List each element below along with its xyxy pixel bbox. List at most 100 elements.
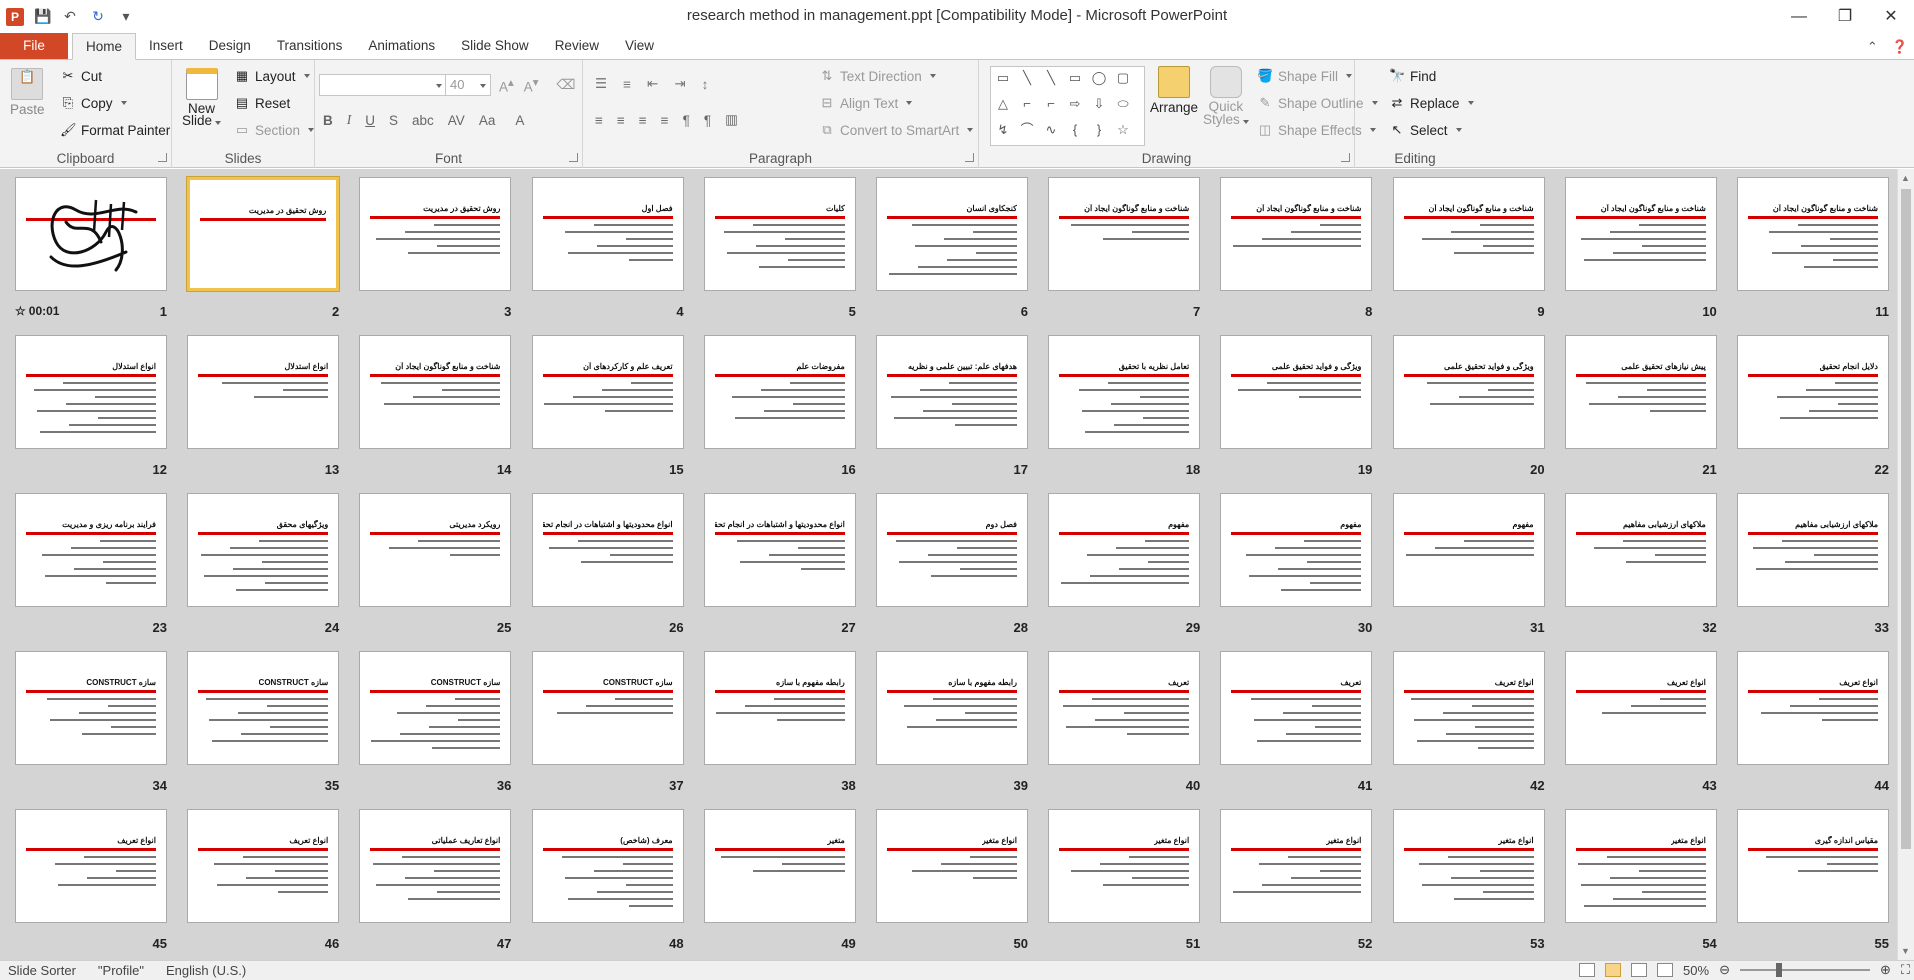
slide-thumbnail[interactable]: مقیاس اندازه گیری 55 xyxy=(1737,809,1889,955)
bold-icon[interactable]: B xyxy=(323,113,333,128)
copy-button[interactable]: ⎘ Copy xyxy=(60,95,127,111)
slide-preview[interactable]: مفهوم xyxy=(1392,493,1545,607)
slide-thumbnail[interactable]: انواع تعریف 45 xyxy=(15,809,167,955)
slide-preview[interactable]: ملاکهای ارزشیابی مفاهیم xyxy=(1737,493,1889,607)
slide-preview[interactable]: فصل اول xyxy=(531,177,684,291)
shape-fill-button[interactable]: 🪣 Shape Fill xyxy=(1257,68,1353,84)
slide-preview[interactable]: شناخت و منابع گوناگون ایجاد آن xyxy=(359,335,512,449)
slide-preview[interactable]: سازه CONSTRUCT xyxy=(187,651,340,765)
tab-home[interactable]: Home xyxy=(72,33,137,60)
slide-thumbnail[interactable]: رویکرد مدیریتی 25 xyxy=(359,493,512,639)
slide-preview[interactable]: فرایند برنامه ریزی و مدیریت xyxy=(15,493,167,607)
slide-thumbnail[interactable]: مفهوم 30 xyxy=(1220,493,1373,639)
slide-thumbnail[interactable]: انواع تعاریف عملیاتی 47 xyxy=(359,809,512,955)
redo-icon[interactable]: ↻ xyxy=(90,8,106,25)
numbering-icon[interactable]: ≡ xyxy=(623,77,631,92)
slide-preview[interactable]: رابطه مفهوم با سازه xyxy=(703,651,856,765)
triangle-shape-icon[interactable]: △ xyxy=(995,97,1011,111)
slide-preview[interactable]: انواع متغیر xyxy=(1048,809,1201,923)
slide-preview[interactable]: شناخت و منابع گوناگون ایجاد آن xyxy=(1564,177,1717,291)
tab-review[interactable]: Review xyxy=(542,33,612,59)
slide-thumbnail[interactable]: انواع متغیر 50 xyxy=(876,809,1028,955)
slide-thumbnail[interactable]: ملاکهای ارزشیابی مفاهیم 33 xyxy=(1737,493,1889,639)
right-arrow-shape-icon[interactable]: ⇨ xyxy=(1067,97,1083,111)
quick-styles-button[interactable]: Quick Styles xyxy=(1203,66,1249,127)
oval-shape-icon[interactable]: ◯ xyxy=(1091,71,1107,85)
slide-thumbnail[interactable]: روش تحقیق در مدیریت 2 xyxy=(186,176,341,323)
slide-preview[interactable]: شناخت و منابع گوناگون ایجاد آن xyxy=(1737,177,1889,291)
slide-thumbnail[interactable]: سازه CONSTRUCT 34 xyxy=(15,651,167,797)
slide-thumbnail[interactable]: شناخت و منابع گوناگون ایجاد آن 7 xyxy=(1048,177,1201,323)
slide-thumbnail[interactable]: تعریف علم و کارکردهای آن 15 xyxy=(531,335,684,481)
status-language[interactable]: English (U.S.) xyxy=(166,963,246,978)
find-button[interactable]: 🔭 Find xyxy=(1389,68,1436,84)
slide-preview[interactable]: رویکرد مدیریتی xyxy=(359,493,512,607)
shapes-gallery[interactable]: ▭ ╲ ╲ ▭ ◯ ▢ △ ⌐ ⌐ ⇨ ⇩ ⬭ ↯ ⌒ ∿ { } ☆ xyxy=(990,66,1145,146)
slide-thumbnail[interactable]: شناخت و منابع گوناگون ایجاد آن 9 xyxy=(1392,177,1545,323)
slide-thumbnail[interactable]: 1 ☆ 00:01 xyxy=(15,177,167,323)
slide-preview[interactable]: شناخت و منابع گوناگون ایجاد آن xyxy=(1392,177,1545,291)
slide-thumbnail[interactable]: کنجکاوی انسان 6 xyxy=(876,177,1028,323)
down-arrow-shape-icon[interactable]: ⇩ xyxy=(1091,97,1107,111)
slide-preview[interactable]: متغیر xyxy=(703,809,856,923)
slide-preview[interactable]: ویژگی و فواید تحقیق علمی xyxy=(1392,335,1545,449)
tab-file[interactable]: File xyxy=(0,33,68,59)
tab-animations[interactable]: Animations xyxy=(355,33,448,59)
increase-indent-icon[interactable]: ⇥ xyxy=(674,76,685,92)
slide-preview[interactable]: انواع تعریف xyxy=(1392,651,1545,765)
clipboard-launcher[interactable] xyxy=(158,153,167,162)
font-launcher[interactable] xyxy=(569,153,578,162)
slide-thumbnail[interactable]: متغیر 49 xyxy=(703,809,856,955)
slide-preview[interactable]: ویژگی و فواید تحقیق علمی xyxy=(1220,335,1373,449)
slide-thumbnail[interactable]: انواع تعریف 42 xyxy=(1392,651,1545,797)
slide-thumbnail[interactable]: شناخت و منابع گوناگون ایجاد آن 8 xyxy=(1220,177,1373,323)
reading-view-icon[interactable] xyxy=(1631,963,1648,977)
paste-button[interactable]: 📋 Paste xyxy=(10,68,45,117)
slide-thumbnail[interactable]: شناخت و منابع گوناگون ایجاد آن 14 xyxy=(359,335,512,481)
line-shape-icon-2[interactable]: ╲ xyxy=(1043,71,1059,85)
slide-thumbnail[interactable]: تعریف 40 xyxy=(1048,651,1201,797)
slide-thumbnail[interactable]: شناخت و منابع گوناگون ایجاد آن 10 xyxy=(1564,177,1717,323)
replace-button[interactable]: ⇄ Replace xyxy=(1389,95,1474,111)
slide-thumbnail[interactable]: انواع تعریف 43 xyxy=(1564,651,1717,797)
line-spacing-icon[interactable]: ↕ xyxy=(702,77,709,92)
arrange-button[interactable]: Arrange xyxy=(1150,66,1198,115)
slide-preview[interactable]: مفهوم xyxy=(1220,493,1373,607)
rounded-rect-shape-icon[interactable]: ▢ xyxy=(1115,71,1131,85)
slide-preview[interactable]: مفهوم xyxy=(1048,493,1201,607)
help-icon[interactable]: ❓ xyxy=(1892,39,1908,55)
minimize-button[interactable]: — xyxy=(1776,0,1822,33)
slide-preview[interactable]: انواع استدلال xyxy=(187,335,340,449)
slide-preview[interactable]: انواع تعریف xyxy=(15,809,167,923)
layout-button[interactable]: ▦ Layout xyxy=(234,68,310,84)
slide-preview[interactable]: تعامل نظریه با تحقیق xyxy=(1048,335,1201,449)
fit-window-icon[interactable]: ⛶ xyxy=(1901,962,1910,978)
slide-preview[interactable] xyxy=(15,177,167,291)
slide-preview[interactable]: انواع محدودیتها و اشتباهات در انجام تحقی… xyxy=(703,493,856,607)
elbow-shape-icon[interactable]: ⌐ xyxy=(1043,97,1059,111)
slide-thumbnail[interactable]: رابطه مفهوم با سازه 39 xyxy=(876,651,1028,797)
slide-preview[interactable]: کنجکاوی انسان xyxy=(876,177,1028,291)
font-name-combo[interactable] xyxy=(319,74,447,96)
cut-button[interactable]: ✂ Cut xyxy=(60,68,102,84)
italic-icon[interactable]: I xyxy=(347,112,352,128)
slide-thumbnail[interactable]: ویژگیهای محقق 24 xyxy=(187,493,340,639)
slide-preview[interactable]: مفروضات علم xyxy=(703,335,856,449)
slide-thumbnail[interactable]: انواع محدودیتها و اشتباهات در انجام تحقی… xyxy=(531,493,684,639)
slide-thumbnail[interactable]: انواع متغیر 53 xyxy=(1392,809,1545,955)
slide-preview[interactable]: ویژگیهای محقق xyxy=(187,493,340,607)
font-color-icon[interactable]: A xyxy=(515,113,524,128)
slide-preview[interactable]: انواع تعاریف عملیاتی xyxy=(359,809,512,923)
callout-shape-icon[interactable]: ⬭ xyxy=(1115,97,1131,111)
status-theme[interactable]: "Profile" xyxy=(98,963,144,978)
slide-thumbnail[interactable]: تعریف 41 xyxy=(1220,651,1373,797)
tab-view[interactable]: View xyxy=(612,33,667,59)
align-right-icon[interactable]: ≡ xyxy=(639,113,647,128)
slide-preview[interactable]: پیش نیازهای تحقیق علمی xyxy=(1564,335,1717,449)
scroll-down-icon[interactable]: ▼ xyxy=(1901,946,1910,956)
tab-transitions[interactable]: Transitions xyxy=(264,33,356,59)
new-slide-button[interactable]: New Slide xyxy=(182,68,222,128)
powerpoint-app-icon[interactable]: P xyxy=(6,7,24,26)
save-icon[interactable]: 💾 xyxy=(34,8,51,25)
slide-thumbnail[interactable]: هدفهای علم: تبیین علمی و نظریه 17 xyxy=(876,335,1028,481)
